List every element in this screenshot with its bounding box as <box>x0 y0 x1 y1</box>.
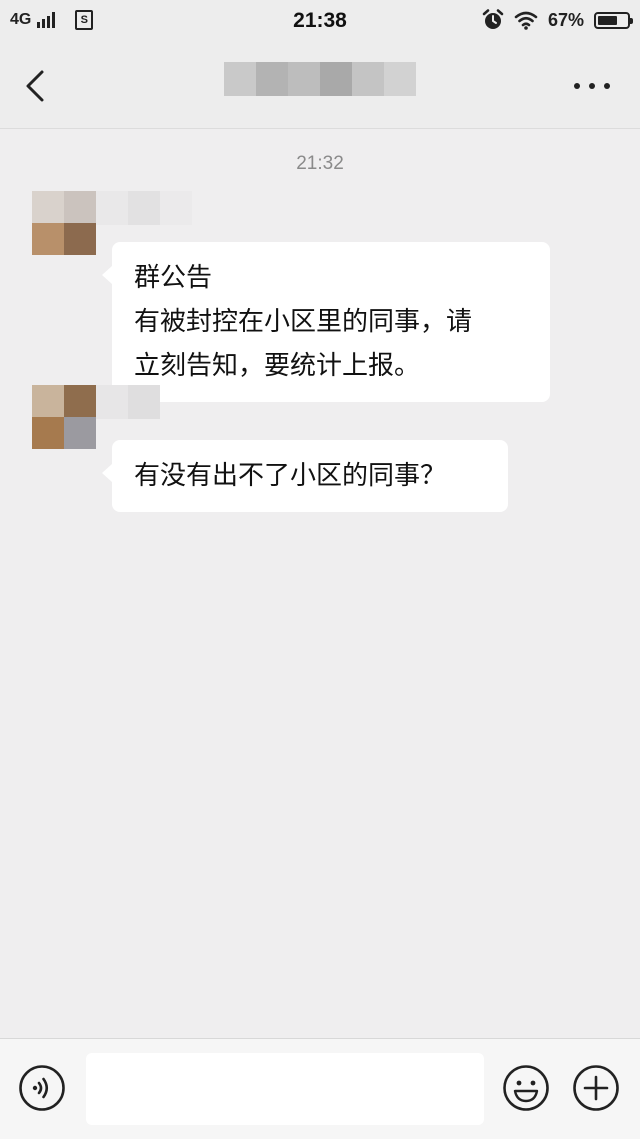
more-dots-icon[interactable] <box>574 74 610 98</box>
avatar[interactable] <box>32 191 96 255</box>
message-timestamp: 21:32 <box>296 153 344 174</box>
status-bar: 4G S 21:38 67% <box>0 0 640 44</box>
message-line: 立刻告知，要统计上报。 <box>134 351 421 381</box>
message-line: 有被封控在小区里的同事，请 <box>134 307 473 337</box>
message-line: 有没有出不了小区的同事？ <box>134 461 447 491</box>
status-right: 67% <box>482 9 633 31</box>
battery-fill <box>598 15 617 25</box>
chat-title-blurred <box>224 62 416 96</box>
sender-name-blurred <box>96 385 160 419</box>
alarm-icon <box>482 9 504 29</box>
sender-name-blurred <box>96 191 192 225</box>
input-bar <box>0 1038 640 1139</box>
message-line: 群公告 <box>134 263 213 293</box>
battery-icon <box>594 11 633 29</box>
battery-percent: 67% <box>547 9 584 30</box>
message-input[interactable] <box>86 1053 484 1125</box>
avatar[interactable] <box>32 385 96 449</box>
nav-bar <box>0 44 640 129</box>
chat-area: 21:32 群公告 有被封控在小区里的同事，请 立刻告知，要统计上报。 有没有出… <box>0 129 640 1038</box>
message-bubble[interactable]: 有没有出不了小区的同事？ <box>102 440 508 512</box>
chevron-left-icon[interactable] <box>18 66 54 106</box>
wifi-icon <box>514 11 538 30</box>
voice-icon[interactable] <box>18 1064 66 1112</box>
emoji-icon[interactable] <box>502 1064 550 1112</box>
plus-icon[interactable] <box>572 1064 620 1112</box>
message-bubble[interactable]: 群公告 有被封控在小区里的同事，请 立刻告知，要统计上报。 <box>102 242 550 402</box>
